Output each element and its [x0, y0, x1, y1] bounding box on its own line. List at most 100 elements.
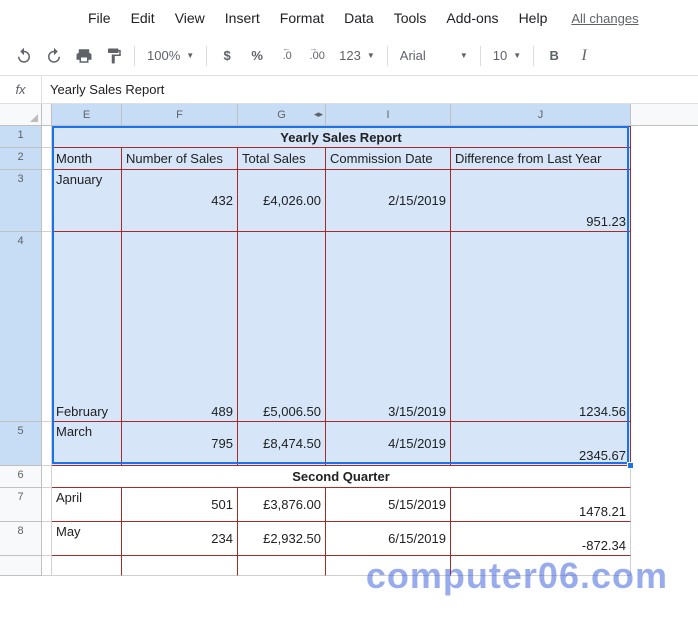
all-changes-link[interactable]: All changes [571, 11, 638, 26]
cell-header-comm[interactable]: Commission Date [326, 148, 451, 170]
cell-e3[interactable]: January [52, 170, 122, 232]
select-all-corner[interactable] [0, 104, 42, 125]
cell-g8[interactable]: £2,932.50 [238, 522, 326, 556]
cell-blank-4[interactable] [42, 232, 52, 422]
cell-blank-9[interactable] [42, 556, 52, 576]
percent-button[interactable]: % [243, 42, 271, 70]
cell-blank-5[interactable] [42, 422, 52, 466]
cell-g7[interactable]: £3,876.00 [238, 488, 326, 522]
chevron-down-icon: ▼ [513, 51, 521, 60]
cell-e4[interactable]: February [52, 232, 122, 422]
bold-button[interactable]: B [540, 42, 568, 70]
cell-header-diff[interactable]: Difference from Last Year [451, 148, 631, 170]
cell-blank-1[interactable] [42, 126, 52, 148]
cell-i7[interactable]: 5/15/2019 [326, 488, 451, 522]
formula-bar: fx Yearly Sales Report [0, 76, 698, 104]
formula-input[interactable]: Yearly Sales Report [42, 76, 698, 103]
menu-format[interactable]: Format [272, 6, 332, 30]
cell-e7[interactable]: April [52, 488, 122, 522]
menu-addons[interactable]: Add-ons [438, 6, 506, 30]
cell-f8[interactable]: 234 [122, 522, 238, 556]
cell-header-month[interactable]: Month [52, 148, 122, 170]
row-header-7[interactable]: 7 [0, 488, 41, 522]
cell-j5[interactable]: 2345.67 [451, 422, 631, 466]
menu-data[interactable]: Data [336, 6, 382, 30]
cell-blank-6[interactable] [42, 466, 52, 488]
cell-blank-7[interactable] [42, 488, 52, 522]
cell-j4[interactable]: 1234.56 [451, 232, 631, 422]
cell-f3[interactable]: 432 [122, 170, 238, 232]
font-size-dropdown[interactable]: 10▼ [487, 42, 527, 70]
menu-tools[interactable]: Tools [386, 6, 435, 30]
cell-g4[interactable]: £5,006.50 [238, 232, 326, 422]
menu-insert[interactable]: Insert [217, 6, 268, 30]
col-header-blank[interactable] [42, 104, 52, 125]
cell-second-quarter[interactable]: Second Quarter [52, 466, 631, 488]
menu-help[interactable]: Help [511, 6, 556, 30]
hidden-col-indicator-icon[interactable]: ◂▸ [314, 109, 323, 120]
table-row: April 501 £3,876.00 5/15/2019 1478.21 [42, 488, 631, 522]
cell-e9[interactable] [52, 556, 122, 576]
cell-f7[interactable]: 501 [122, 488, 238, 522]
menu-file[interactable]: File [80, 6, 119, 30]
more-formats-dropdown[interactable]: 123▼ [333, 42, 381, 70]
cell-g9[interactable] [238, 556, 326, 576]
zoom-dropdown[interactable]: 100%▼ [141, 42, 200, 70]
col-header-j[interactable]: J [451, 104, 631, 125]
row-header-9[interactable] [0, 556, 41, 576]
cell-f4[interactable]: 489 [122, 232, 238, 422]
table-row: Month Number of Sales Total Sales Commis… [42, 148, 631, 170]
row-header-1[interactable]: 1 [0, 126, 41, 148]
undo-button[interactable] [10, 42, 38, 70]
row-header-3[interactable]: 3 [0, 170, 41, 232]
print-button[interactable] [70, 42, 98, 70]
row-header-4[interactable]: 4 [0, 232, 41, 422]
cell-i9[interactable] [326, 556, 451, 576]
redo-button[interactable] [40, 42, 68, 70]
row-headers: 1 2 3 4 5 6 7 8 [0, 126, 42, 576]
cell-g5[interactable]: £8,474.50 [238, 422, 326, 466]
italic-button[interactable]: I [570, 42, 598, 70]
cell-i5[interactable]: 4/15/2019 [326, 422, 451, 466]
row-header-5[interactable]: 5 [0, 422, 41, 466]
cell-f5[interactable]: 795 [122, 422, 238, 466]
cell-e5[interactable]: March [52, 422, 122, 466]
cell-j7[interactable]: 1478.21 [451, 488, 631, 522]
cell-j3[interactable]: 951.23 [451, 170, 631, 232]
cell-i4[interactable]: 3/15/2019 [326, 232, 451, 422]
cell-f9[interactable] [122, 556, 238, 576]
cell-blank-3[interactable] [42, 170, 52, 232]
cell-j9[interactable] [451, 556, 631, 576]
menu-view[interactable]: View [167, 6, 213, 30]
cell-title[interactable]: Yearly Sales Report [52, 126, 631, 148]
separator [206, 46, 207, 66]
currency-button[interactable]: $ [213, 42, 241, 70]
cell-j8[interactable]: -872.34 [451, 522, 631, 556]
cell-blank-8[interactable] [42, 522, 52, 556]
decrease-decimal-button[interactable]: .0← [273, 42, 301, 70]
chevron-down-icon: ▼ [367, 51, 375, 60]
col-header-e[interactable]: E [52, 104, 122, 125]
font-dropdown[interactable]: Arial▼ [394, 42, 474, 70]
table-row: March 795 £8,474.50 4/15/2019 2345.67 [42, 422, 631, 466]
menu-edit[interactable]: Edit [123, 6, 163, 30]
col-header-g[interactable]: G◂▸ [238, 104, 326, 125]
selection-handle[interactable] [627, 462, 634, 469]
col-header-f[interactable]: F [122, 104, 238, 125]
cell-i3[interactable]: 2/15/2019 [326, 170, 451, 232]
cells-area: Yearly Sales Report Month Number of Sale… [42, 126, 631, 576]
cell-header-total[interactable]: Total Sales [238, 148, 326, 170]
row-header-6[interactable]: 6 [0, 466, 41, 488]
row-header-2[interactable]: 2 [0, 148, 41, 170]
cell-e8[interactable]: May [52, 522, 122, 556]
paint-format-button[interactable] [100, 42, 128, 70]
increase-decimal-button[interactable]: .00→ [303, 42, 331, 70]
cell-blank-2[interactable] [42, 148, 52, 170]
fx-label: fx [0, 76, 42, 103]
row-header-8[interactable]: 8 [0, 522, 41, 556]
chevron-down-icon: ▼ [186, 51, 194, 60]
col-header-i[interactable]: I [326, 104, 451, 125]
cell-header-num[interactable]: Number of Sales [122, 148, 238, 170]
cell-i8[interactable]: 6/15/2019 [326, 522, 451, 556]
cell-g3[interactable]: £4,026.00 [238, 170, 326, 232]
